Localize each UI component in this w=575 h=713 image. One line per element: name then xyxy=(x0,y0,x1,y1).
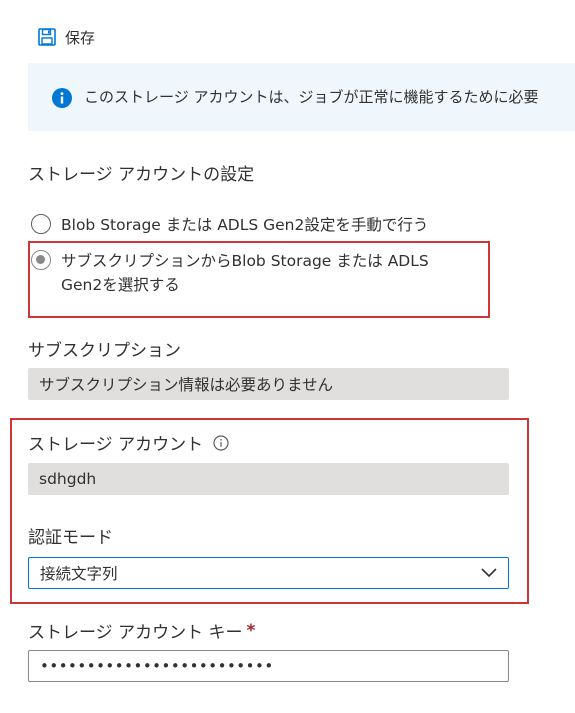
auth-mode-dropdown[interactable]: 接続文字列 xyxy=(28,557,509,589)
auth-mode-label: 認証モード xyxy=(28,528,113,548)
storage-account-field: sdhgdh xyxy=(28,463,509,495)
subscription-label: サブスクリプション xyxy=(28,341,181,361)
radio-manual-label: Blob Storage または ADLS Gen2設定を手動で行う xyxy=(61,216,429,234)
auth-mode-selected: 接続文字列 xyxy=(40,565,118,583)
info-banner: このストレージ アカウントは、ジョブが正常に機能するために必要 xyxy=(28,63,575,131)
banner-message: このストレージ アカウントは、ジョブが正常に機能するために必要 xyxy=(84,88,539,106)
subscription-field: サブスクリプション情報は必要ありません xyxy=(28,368,509,400)
radio-select-from-subscription[interactable]: サブスクリプションからBlob Storage または ADLS Gen2を選択す… xyxy=(31,249,429,297)
radio-button-unchecked[interactable] xyxy=(31,214,51,234)
save-button[interactable]: 保存 xyxy=(38,26,95,48)
chevron-down-icon xyxy=(481,568,497,578)
info-icon xyxy=(52,88,72,108)
info-circle-icon[interactable] xyxy=(213,434,229,451)
save-icon xyxy=(38,28,56,46)
account-key-label: ストレージ アカウント キー * xyxy=(28,620,256,644)
account-key-value: ••••••••••••••••••••••••• xyxy=(40,657,274,675)
storage-account-label: ストレージ アカウント xyxy=(28,430,229,455)
radio-button-checked[interactable] xyxy=(31,250,51,270)
radio-manual-setup[interactable]: Blob Storage または ADLS Gen2設定を手動で行う xyxy=(31,213,428,237)
save-button-label: 保存 xyxy=(65,28,96,47)
radio-subscription-label: サブスクリプションからBlob Storage または ADLS Gen2を選択す… xyxy=(61,252,429,294)
section-title: ストレージ アカウントの設定 xyxy=(28,165,255,185)
account-key-input[interactable]: ••••••••••••••••••••••••• xyxy=(28,650,509,682)
required-marker: * xyxy=(246,620,256,641)
